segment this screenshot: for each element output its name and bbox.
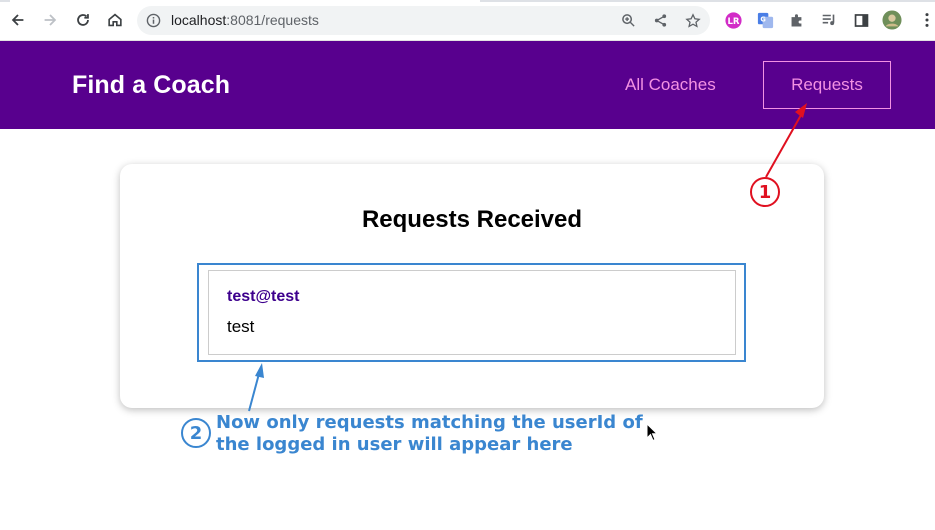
svg-text:G: G	[760, 15, 765, 23]
annotation-badge-1: 1	[750, 177, 780, 207]
translate-icon[interactable]: G	[755, 10, 775, 30]
media-icon[interactable]	[819, 10, 839, 30]
app-title[interactable]: Find a Coach	[72, 71, 230, 100]
forward-icon[interactable]	[39, 9, 61, 31]
browser-toolbar: localhost:8081/requests LR G	[0, 0, 935, 41]
menu-icon[interactable]	[917, 10, 935, 30]
nav-all-coaches-link[interactable]: All Coaches	[625, 75, 716, 95]
zoom-icon[interactable]	[620, 12, 637, 29]
mouse-cursor-icon	[646, 423, 659, 442]
home-icon[interactable]	[104, 9, 126, 31]
reload-icon[interactable]	[72, 9, 94, 31]
sidebar-icon[interactable]	[851, 10, 871, 30]
nav-requests-label: Requests	[791, 75, 863, 94]
back-icon[interactable]	[7, 9, 29, 31]
url-host: localhost	[171, 12, 227, 28]
request-email: test@test	[227, 288, 300, 305]
tab-strip	[0, 0, 935, 2]
url-path: :8081/requests	[226, 12, 319, 28]
star-icon[interactable]	[684, 12, 701, 29]
annotation-badge-2: 2	[181, 418, 211, 448]
request-item: test@test test	[208, 270, 736, 355]
annotation-note: Now only requests matching the userId of…	[216, 412, 676, 456]
share-icon[interactable]	[652, 12, 669, 29]
extension-lr-label: LR	[727, 16, 739, 26]
address-bar[interactable]: localhost:8081/requests	[137, 6, 710, 35]
info-icon[interactable]	[145, 12, 162, 29]
puzzle-icon[interactable]	[787, 10, 807, 30]
annotation-note-line-1: Now only requests matching the userId of	[216, 412, 643, 433]
request-message: test	[227, 317, 255, 336]
profile-avatar[interactable]	[882, 10, 902, 30]
annotation-note-line-2: the logged in user will appear here	[216, 434, 573, 455]
nav-requests-link[interactable]: Requests	[763, 61, 891, 109]
page-title: Requests Received	[361, 206, 583, 233]
url-text: localhost:8081/requests	[171, 12, 319, 28]
extension-lr-icon[interactable]: LR	[723, 10, 743, 30]
